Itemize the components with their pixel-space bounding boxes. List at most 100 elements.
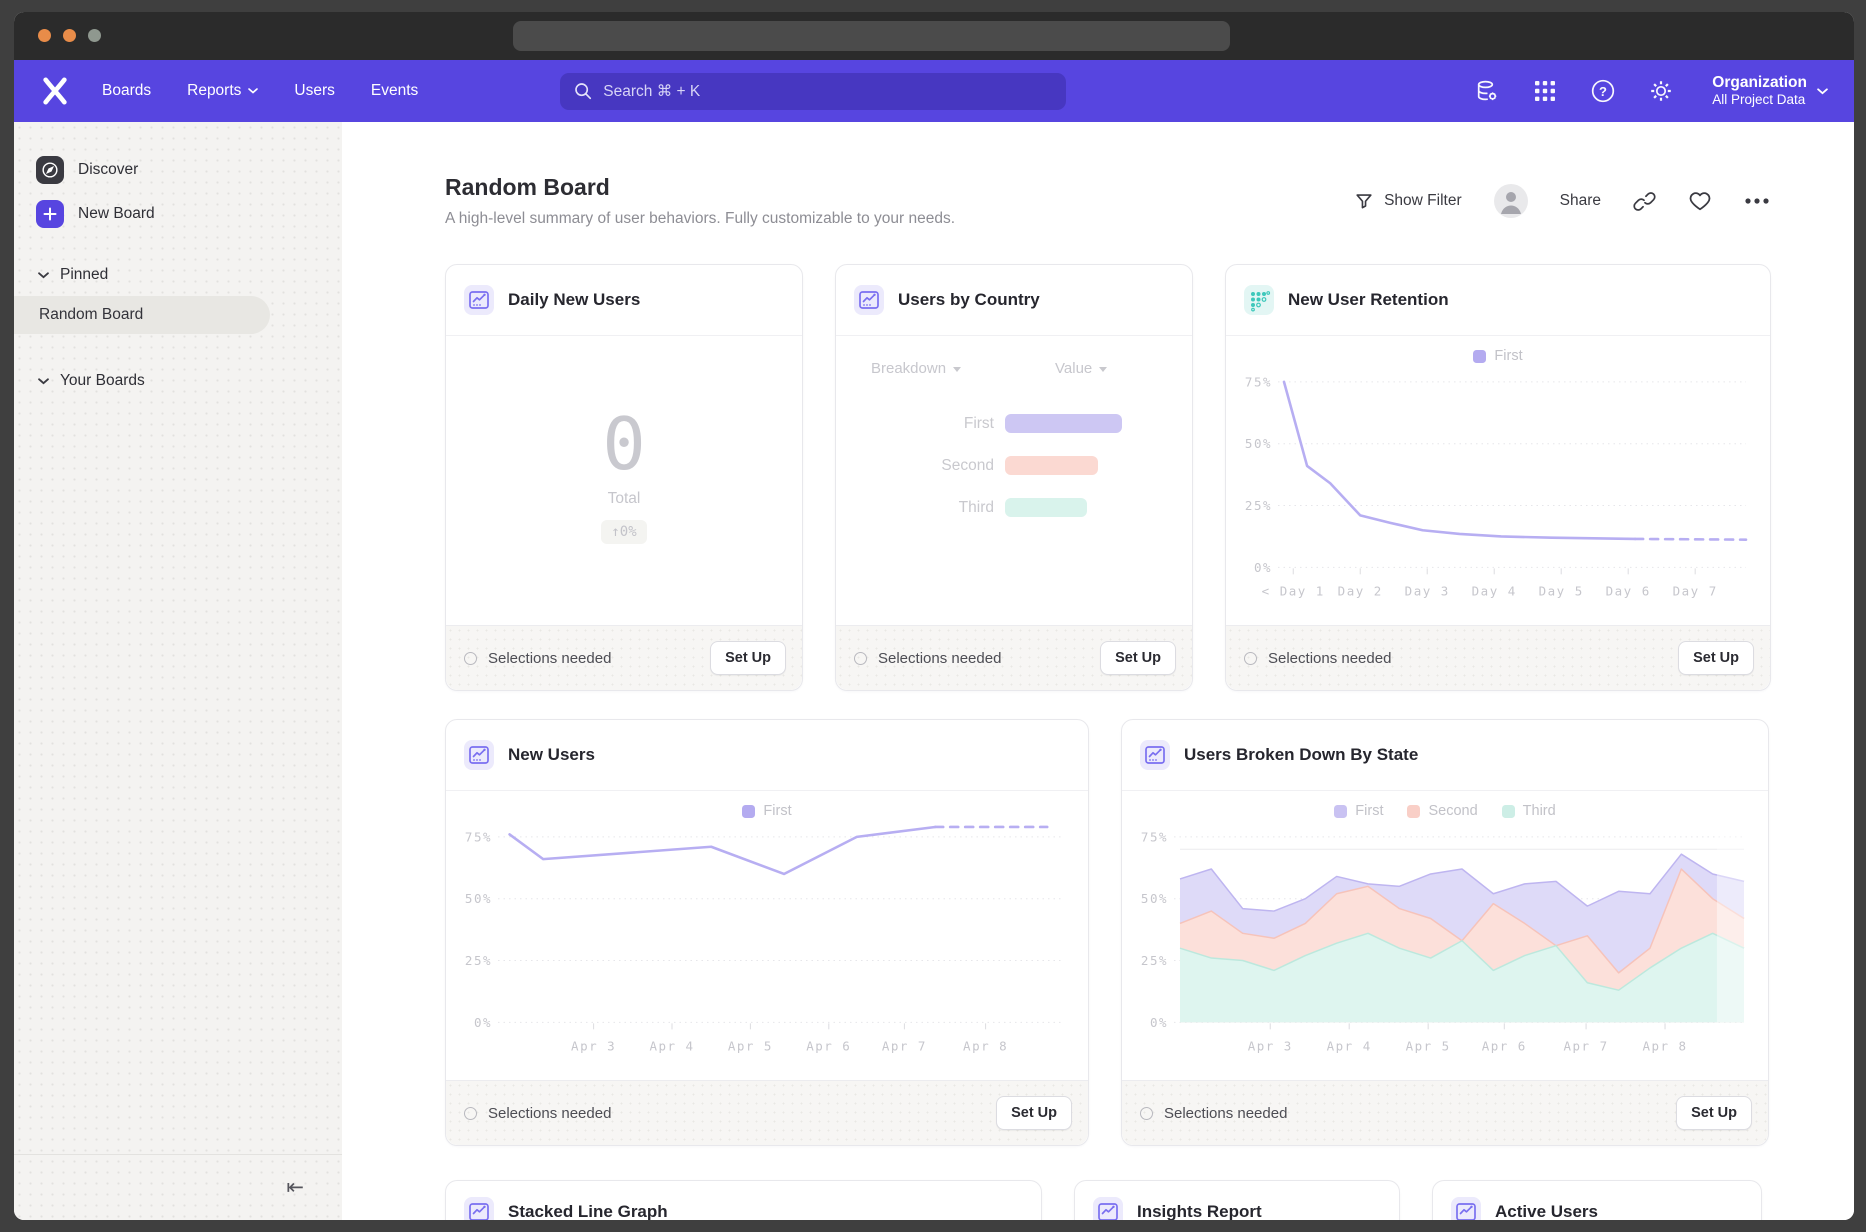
svg-text:Apr 6: Apr 6 — [806, 1038, 851, 1053]
sidebar-item-discover[interactable]: Discover — [36, 152, 342, 188]
card-users-by-state: Users Broken Down By State First Second … — [1121, 719, 1769, 1146]
sidebar-section-label: Your Boards — [60, 372, 145, 390]
page-subtitle: A high-level summary of user behaviors. … — [445, 210, 955, 228]
collapse-sidebar-button[interactable]: ⇤ — [286, 1177, 304, 1198]
search-input[interactable]: Search ⌘ + K — [560, 73, 1066, 110]
sidebar: Discover New Board Pinned Random Board Y… — [14, 122, 342, 1220]
state-stacked-area-chart: 75%50%25%0%Apr 3Apr 4Apr 5Apr 6Apr 7Apr … — [1122, 791, 1768, 1080]
svg-text:Apr 6: Apr 6 — [1482, 1038, 1527, 1053]
set-up-button[interactable]: Set Up — [1100, 641, 1176, 675]
breakdown-dropdown[interactable]: Breakdown — [871, 360, 961, 377]
set-up-button[interactable]: Set Up — [710, 641, 786, 675]
nav-link-events[interactable]: Events — [371, 82, 418, 100]
chart-legend: First Second Third — [1122, 803, 1768, 819]
status-circle-icon — [1244, 652, 1257, 665]
nav-link-boards[interactable]: Boards — [102, 82, 151, 100]
window-zoom-button[interactable] — [88, 29, 101, 42]
line-chart-icon — [854, 285, 884, 315]
nav-link-reports[interactable]: Reports — [187, 82, 258, 100]
card-title: Users Broken Down By State — [1184, 745, 1418, 765]
card-insights-report: Insights Report — [1074, 1180, 1400, 1220]
card-daily-new-users: Daily New Users 0 Total ↑0% Selections n… — [445, 264, 803, 691]
window-close-button[interactable] — [38, 29, 51, 42]
nav-link-label: Boards — [102, 82, 151, 100]
status-text: Selections needed — [878, 650, 1001, 667]
apps-grid-icon[interactable] — [1532, 78, 1558, 104]
sidebar-footer: ⇤ — [14, 1154, 342, 1220]
set-up-button[interactable]: Set Up — [1678, 641, 1754, 675]
svg-text:Day 6: Day 6 — [1606, 583, 1651, 598]
card-stacked-line-graph: Stacked Line Graph — [445, 1180, 1042, 1220]
dropdown-label: Breakdown — [871, 360, 946, 377]
search-placeholder: Search ⌘ + K — [603, 82, 700, 101]
svg-text:25%: 25% — [1245, 498, 1272, 513]
card-users-by-country: Users by Country Breakdown Value First — [835, 264, 1193, 691]
copy-link-button[interactable] — [1633, 190, 1656, 213]
browser-address-bar[interactable] — [513, 21, 1230, 51]
org-switcher[interactable]: Organization All Project Data — [1712, 73, 1828, 109]
favorite-button[interactable] — [1688, 189, 1712, 213]
chevron-down-icon — [38, 378, 49, 385]
settings-gear-icon[interactable] — [1648, 78, 1674, 104]
sidebar-section-your-boards[interactable]: Your Boards — [38, 372, 342, 390]
legend-label: Second — [1428, 803, 1477, 819]
set-up-button[interactable]: Set Up — [996, 1096, 1072, 1130]
retention-grid-icon — [1244, 285, 1274, 315]
share-label: Share — [1560, 192, 1601, 210]
card-active-users: Active Users — [1432, 1180, 1762, 1220]
card-title: Daily New Users — [508, 290, 640, 310]
kpi-value: 0 — [602, 402, 645, 486]
svg-text:Day 3: Day 3 — [1405, 583, 1450, 598]
nav-link-label: Users — [294, 82, 334, 100]
primary-nav: Boards Reports Users Events — [102, 82, 418, 100]
svg-text:?: ? — [1599, 84, 1607, 99]
card-new-user-retention: New User Retention First 75%50%25%0%< Da… — [1225, 264, 1771, 691]
status-circle-icon — [854, 652, 867, 665]
value-dropdown[interactable]: Value — [1055, 360, 1107, 377]
avatar[interactable] — [1494, 184, 1528, 218]
line-chart-icon — [1451, 1197, 1481, 1220]
bar-second — [1005, 456, 1098, 475]
window-minimize-button[interactable] — [63, 29, 76, 42]
mixpanel-logo-icon[interactable] — [40, 77, 74, 105]
share-button[interactable]: Share — [1560, 192, 1601, 210]
svg-text:0%: 0% — [1150, 1015, 1168, 1030]
chart-legend: First — [446, 803, 1088, 819]
bar-row: Third — [836, 498, 1192, 517]
sidebar-item-new-board[interactable]: New Board — [36, 196, 342, 232]
show-filter-button[interactable]: Show Filter — [1354, 191, 1462, 211]
legend-label: First — [1494, 348, 1522, 364]
data-management-icon[interactable] — [1474, 78, 1500, 104]
main-content: Random Board A high-level summary of use… — [342, 122, 1854, 1220]
more-options-button[interactable] — [1744, 196, 1770, 206]
show-filter-label: Show Filter — [1384, 192, 1462, 210]
help-icon[interactable]: ? — [1590, 78, 1616, 104]
set-up-button[interactable]: Set Up — [1676, 1096, 1752, 1130]
legend-swatch — [742, 805, 755, 818]
legend-swatch — [1334, 805, 1347, 818]
chevron-down-icon — [248, 88, 258, 94]
search-icon — [573, 81, 593, 101]
svg-text:Apr 8: Apr 8 — [963, 1038, 1008, 1053]
chart-legend: First — [1226, 348, 1770, 364]
line-chart-icon — [464, 740, 494, 770]
plus-icon — [36, 200, 64, 228]
kpi-delta-badge: ↑0% — [601, 520, 646, 544]
org-project: All Project Data — [1712, 92, 1807, 109]
svg-text:Apr 3: Apr 3 — [571, 1038, 616, 1053]
board-actions: Show Filter Share — [1354, 184, 1770, 218]
status-circle-icon — [464, 1107, 477, 1120]
svg-text:0%: 0% — [1254, 560, 1272, 575]
card-title: New Users — [508, 745, 595, 765]
svg-text:0%: 0% — [474, 1015, 492, 1030]
card-title: Active Users — [1495, 1202, 1598, 1220]
sidebar-section-pinned[interactable]: Pinned — [38, 266, 342, 284]
bar-first — [1005, 414, 1122, 433]
bar-third — [1005, 498, 1087, 517]
compass-icon — [36, 156, 64, 184]
sidebar-item-random-board[interactable]: Random Board — [14, 296, 270, 334]
page-title: Random Board — [445, 174, 955, 201]
status-circle-icon — [1140, 1107, 1153, 1120]
nav-link-users[interactable]: Users — [294, 82, 334, 100]
new-users-line-chart: 75%50%25%0%Apr 3Apr 4Apr 5Apr 6Apr 7Apr … — [446, 791, 1088, 1080]
